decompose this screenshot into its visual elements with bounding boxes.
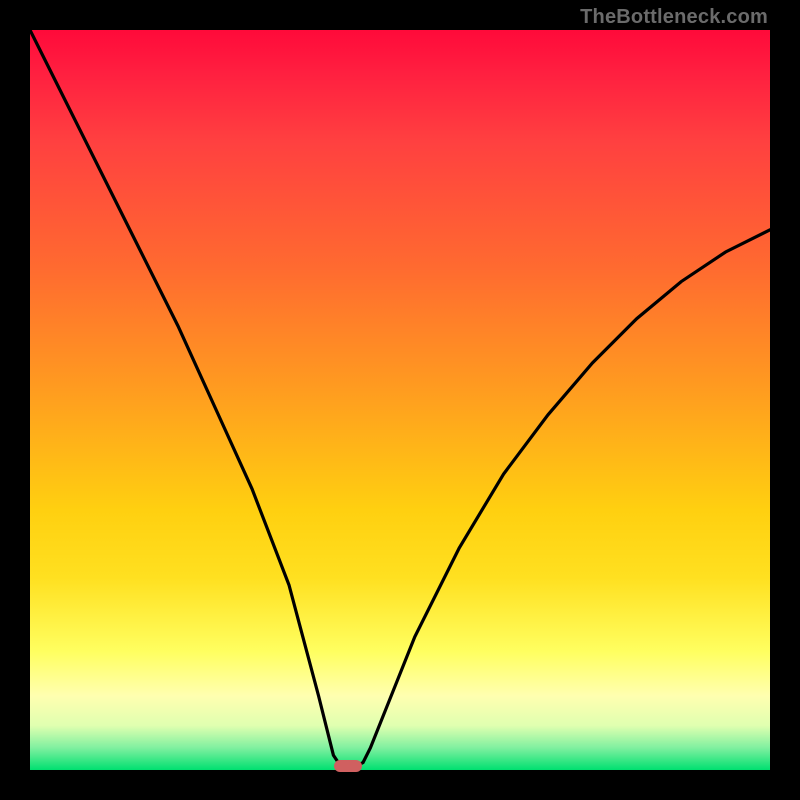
bottleneck-curve [30,30,770,766]
chart-frame: TheBottleneck.com [0,0,800,800]
curve-svg [30,30,770,770]
watermark-text: TheBottleneck.com [580,6,768,29]
optimal-marker [334,760,362,772]
plot-area [30,30,770,770]
